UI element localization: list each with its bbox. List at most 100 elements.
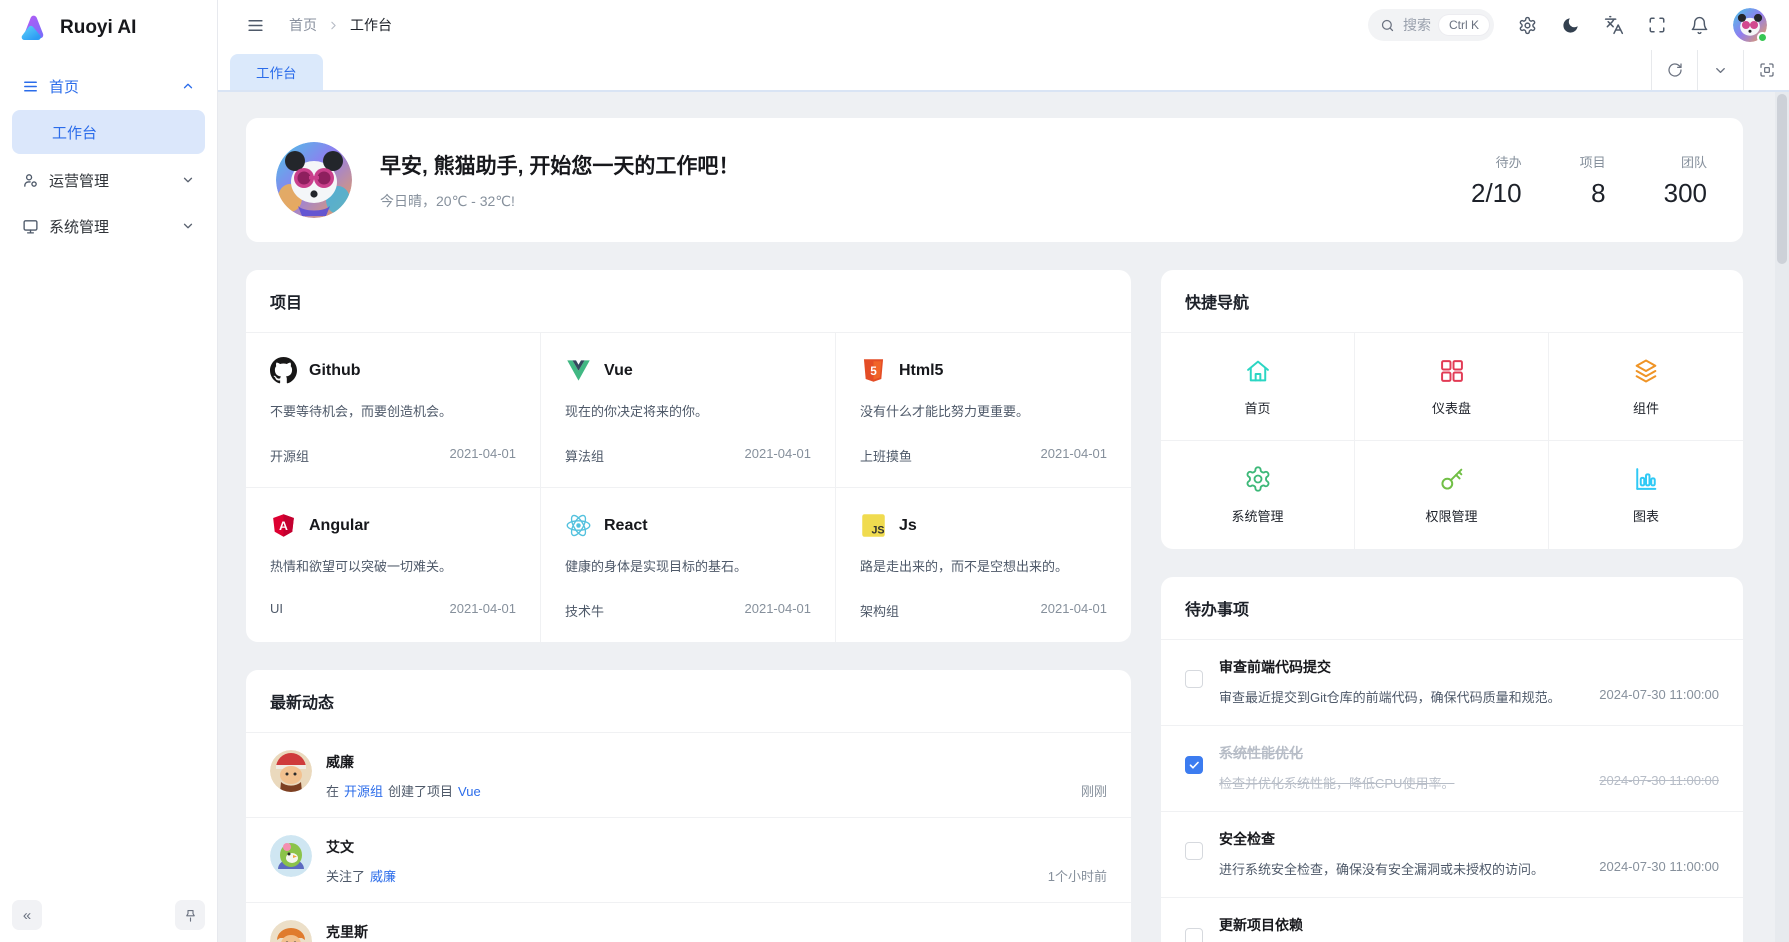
- project-name: Js: [899, 517, 917, 535]
- translate-icon[interactable]: [1604, 15, 1624, 35]
- project-desc: 健康的身体是实现目标的基石。: [565, 556, 811, 575]
- right-column: 快捷导航 首页: [1161, 270, 1743, 942]
- page-content: 早安, 熊猫助手, 开始您一天的工作吧！ 今日晴，20℃ - 32℃! 待办 2…: [218, 92, 1789, 942]
- stat-team: 团队 300: [1664, 152, 1707, 209]
- bell-icon[interactable]: [1690, 16, 1709, 35]
- todo-checkbox[interactable]: [1185, 670, 1203, 688]
- scrollbar[interactable]: [1775, 92, 1789, 942]
- gear-icon[interactable]: [1518, 16, 1537, 35]
- project-date: 2021-04-01: [450, 446, 517, 465]
- content-fullscreen-button[interactable]: [1743, 50, 1789, 90]
- sidebar-item-workbench[interactable]: 工作台: [12, 110, 205, 154]
- todo-item-date: 2024-07-30 11:00:00: [1599, 687, 1719, 706]
- refresh-button[interactable]: [1651, 50, 1697, 90]
- vue-icon: [565, 357, 592, 384]
- layers-icon: [1632, 357, 1660, 385]
- todo-checkbox-checked[interactable]: [1185, 756, 1203, 774]
- gear-icon: [1244, 465, 1272, 493]
- avatar-william: [270, 750, 312, 792]
- project-date: 2021-04-01: [1041, 446, 1108, 465]
- activity-time: 刚刚: [1081, 781, 1107, 800]
- todo-item-title: 安全检查: [1219, 829, 1719, 849]
- breadcrumb-home[interactable]: 首页: [289, 15, 317, 35]
- scrollbar-thumb[interactable]: [1777, 94, 1787, 264]
- activity-row: 艾文 关注了 威廉 1个小时前: [246, 817, 1131, 902]
- project-card-vue[interactable]: Vue 现在的你决定将来的你。 算法组 2021-04-01: [541, 333, 836, 488]
- collapse-sidebar-button[interactable]: «: [12, 900, 42, 930]
- brand-name: Ruoyi AI: [60, 17, 136, 39]
- sidebar-item-home[interactable]: 首页: [12, 66, 205, 106]
- tab-workbench[interactable]: 工作台: [230, 54, 323, 90]
- brand-logo-icon: [16, 11, 50, 45]
- activity-time: 1个小时前: [1048, 866, 1107, 885]
- project-desc: 热情和欲望可以突破一切难关。: [270, 556, 516, 575]
- sidebar-item-operations[interactable]: 运营管理: [12, 160, 205, 200]
- activity-text: 关注了: [326, 866, 365, 885]
- todo-item-date: 2024-07-30 11:00:00: [1599, 859, 1719, 878]
- project-card-react[interactable]: React 健康的身体是实现目标的基石。 技术牛 2021-04-01: [541, 488, 836, 642]
- activity-link-project[interactable]: Vue: [458, 784, 481, 799]
- sidebar-item-label: 首页: [49, 76, 79, 97]
- todo-checkbox[interactable]: [1185, 842, 1203, 860]
- search-input[interactable]: 搜索 Ctrl K: [1368, 9, 1494, 41]
- tab-menu-chevron-button[interactable]: [1697, 50, 1743, 90]
- left-column: 项目 Github 不要等待机会，而要创造机会。: [246, 270, 1131, 942]
- moon-icon[interactable]: [1561, 16, 1580, 35]
- project-card-html5[interactable]: 5 Html5 没有什么才能比努力更重要。 上班摸鱼 2021-04-01: [836, 333, 1131, 488]
- stat-todo: 待办 2/10: [1471, 152, 1522, 209]
- activity-link-user[interactable]: 威廉: [370, 866, 396, 885]
- sidebar: Ruoyi AI 首页 工作台 运营管理: [0, 0, 218, 942]
- project-card-angular[interactable]: A Angular 热情和欲望可以突破一切难关。 UI 2021-04-01: [246, 488, 541, 642]
- fullscreen-icon[interactable]: [1648, 16, 1666, 34]
- project-date: 2021-04-01: [1041, 601, 1108, 620]
- project-card-js[interactable]: JS Js 路是走出来的，而不是空想出来的。 架构组 2021-04-01: [836, 488, 1131, 642]
- tab-controls: [1651, 50, 1789, 90]
- svg-text:5: 5: [870, 364, 877, 378]
- html5-icon: 5: [860, 357, 887, 384]
- stat-value: 8: [1580, 178, 1606, 209]
- hamburger-icon[interactable]: [246, 16, 265, 35]
- todo-item-title: 系统性能优化: [1219, 743, 1719, 763]
- quick-nav-components[interactable]: 组件: [1549, 333, 1743, 441]
- todo-row: 系统性能优化 检查并优化系统性能，降低CPU使用率。 2024-07-30 11…: [1161, 725, 1743, 811]
- quick-nav-label: 图表: [1633, 506, 1659, 525]
- project-card-github[interactable]: Github 不要等待机会，而要创造机会。 开源组 2021-04-01: [246, 333, 541, 488]
- project-group: 技术牛: [565, 601, 604, 620]
- todo-checkbox[interactable]: [1185, 928, 1203, 942]
- project-desc: 没有什么才能比努力更重要。: [860, 401, 1107, 420]
- quick-nav-charts[interactable]: 图表: [1549, 441, 1743, 549]
- brand-logo-row[interactable]: Ruoyi AI: [0, 0, 217, 56]
- topbar: 首页 工作台 搜索 Ctrl K: [218, 0, 1789, 50]
- projects-grid: Github 不要等待机会，而要创造机会。 开源组 2021-04-01: [246, 333, 1131, 642]
- user-avatar[interactable]: [1733, 8, 1767, 42]
- quick-nav-grid: 首页 仪表盘: [1161, 333, 1743, 549]
- todo-row: 安全检查 进行系统安全检查，确保没有安全漏洞或未授权的访问。 2024-07-3…: [1161, 811, 1743, 897]
- panda-avatar: [276, 142, 352, 218]
- quick-nav-label: 组件: [1633, 398, 1659, 417]
- svg-text:JS: JS: [871, 524, 884, 536]
- project-date: 2021-04-01: [450, 601, 517, 616]
- project-name: Github: [309, 362, 361, 380]
- search-placeholder: 搜索: [1403, 15, 1431, 35]
- greeting-title: 早安, 熊猫助手, 开始您一天的工作吧！: [380, 150, 739, 180]
- pin-icon[interactable]: [175, 900, 205, 930]
- quick-nav-dashboard[interactable]: 仪表盘: [1355, 333, 1549, 441]
- stat-projects: 项目 8: [1580, 152, 1606, 209]
- user-icon: [22, 172, 39, 189]
- todo-row: 更新项目依赖: [1161, 897, 1743, 942]
- activity-link-group[interactable]: 开源组: [344, 781, 383, 800]
- avatar-evan: [270, 835, 312, 877]
- quick-nav-system[interactable]: 系统管理: [1161, 441, 1355, 549]
- quick-nav-permissions[interactable]: 权限管理: [1355, 441, 1549, 549]
- stat-value: 2/10: [1471, 178, 1522, 209]
- quick-nav-label: 仪表盘: [1432, 398, 1471, 417]
- project-name: Angular: [309, 517, 369, 535]
- avatar-chris: [270, 920, 312, 942]
- search-icon: [1380, 18, 1395, 33]
- quick-nav-label: 系统管理: [1231, 506, 1283, 525]
- todo-item-title: 审查前端代码提交: [1219, 657, 1719, 677]
- project-desc: 不要等待机会，而要创造机会。: [270, 401, 516, 420]
- stat-label: 团队: [1664, 152, 1707, 171]
- quick-nav-home[interactable]: 首页: [1161, 333, 1355, 441]
- sidebar-item-system[interactable]: 系统管理: [12, 206, 205, 246]
